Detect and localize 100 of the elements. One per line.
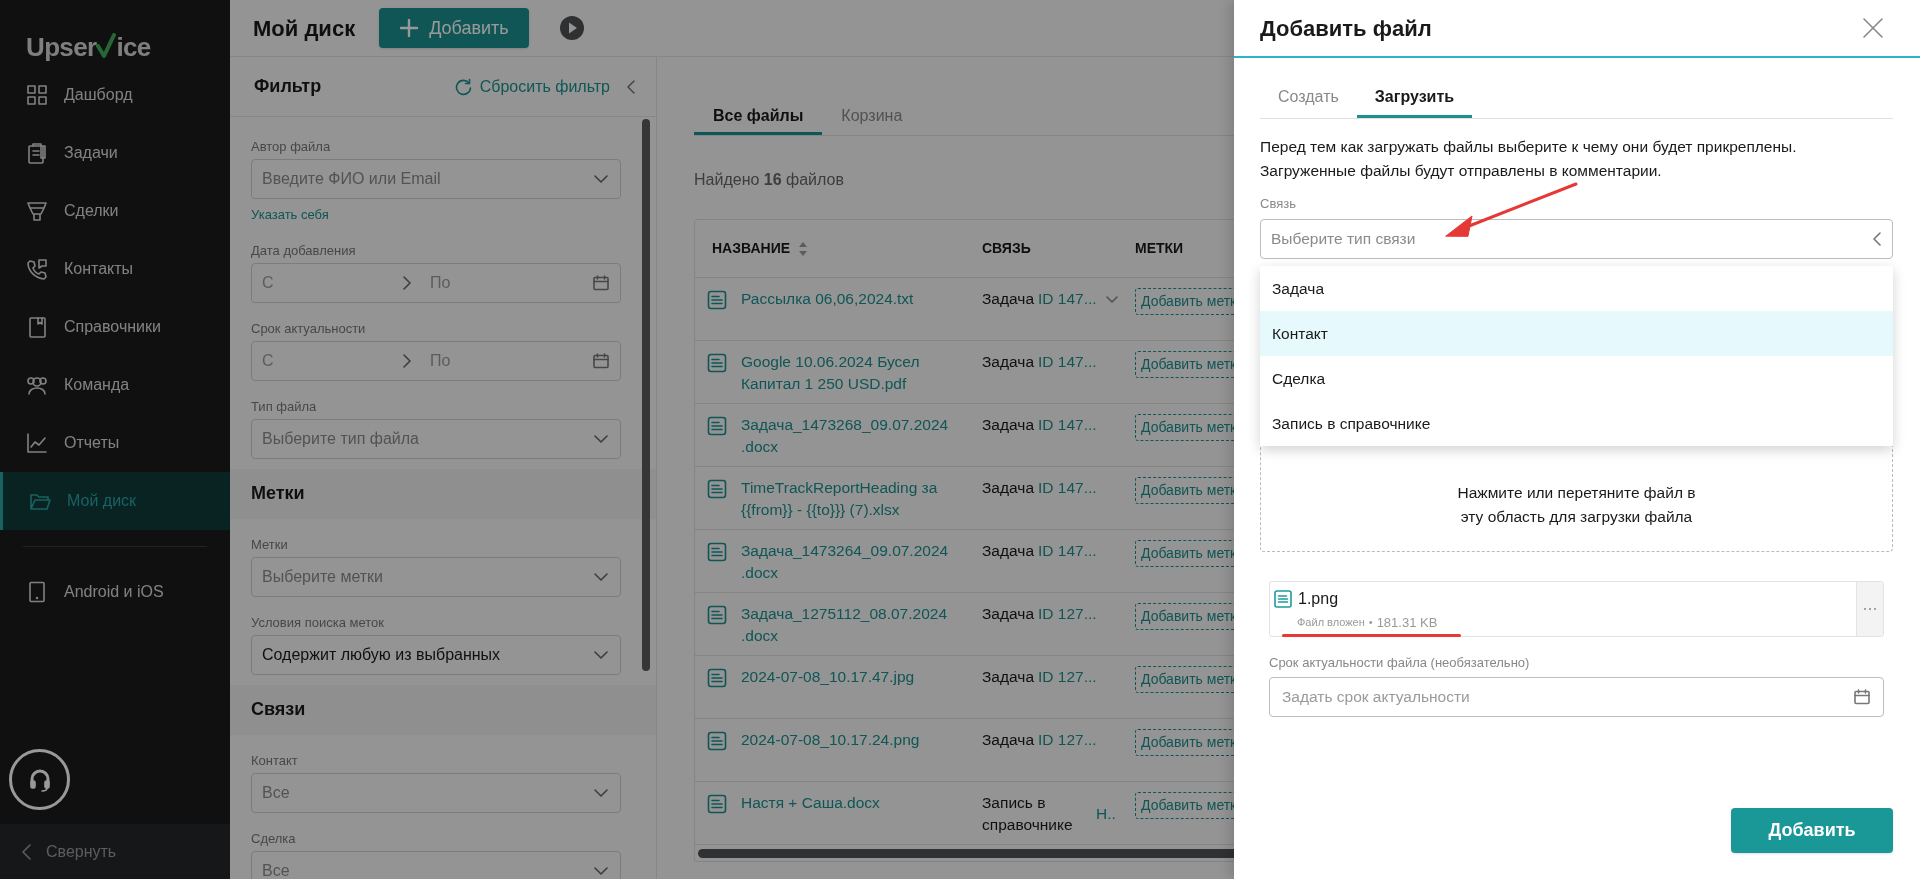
column-header[interactable]: НАЗВАНИЕ (712, 238, 791, 259)
field-label: Срок актуальности (251, 320, 367, 337)
close-icon[interactable] (1862, 17, 1884, 39)
reset-filter-link[interactable]: Сбросить фильтр (453, 74, 610, 99)
document-icon (707, 605, 727, 625)
calendar-icon (592, 273, 610, 292)
select-field[interactable]: Содержит любую из выбранных (251, 634, 621, 675)
refresh-icon (453, 77, 472, 96)
nav-item[interactable]: Android и iOS (0, 563, 230, 621)
nav-item[interactable]: Мой диск (0, 472, 230, 530)
document-icon (707, 353, 727, 373)
file-status: Файл вложен (1297, 615, 1365, 630)
link-id[interactable]: ID 127... (1038, 603, 1097, 625)
nav-item[interactable]: Справочники (0, 298, 230, 356)
file-name-link[interactable]: Настя + Саша.docx (741, 792, 880, 814)
link-type: Задача (982, 478, 1034, 498)
dropzone-text: эту область для загрузки файла (1460, 506, 1693, 527)
sort-icon[interactable] (798, 240, 809, 257)
nav-item[interactable]: Сделки (0, 182, 230, 240)
relation-select[interactable]: Выберите тип связи (1260, 218, 1893, 259)
grid-icon (26, 84, 48, 106)
dropdown-option[interactable]: Контакт (1260, 311, 1893, 356)
link-id[interactable]: ID 147... (1038, 477, 1097, 499)
submit-button[interactable]: Добавить (1731, 808, 1893, 853)
select-field[interactable]: Выберите метки (251, 556, 621, 597)
document-icon (707, 416, 727, 436)
add-button[interactable]: Добавить (379, 8, 529, 48)
dropdown-option[interactable]: Сделка (1260, 356, 1893, 401)
tab[interactable]: Создать (1260, 78, 1357, 118)
tab[interactable]: Корзина (822, 99, 922, 135)
date-range-field[interactable]: С По (251, 262, 621, 303)
select-field[interactable]: Выберите тип файла (251, 418, 621, 459)
nav-item[interactable]: Дашборд (0, 66, 230, 124)
tablet-icon (26, 581, 48, 603)
tab[interactable]: Все файлы (694, 99, 823, 135)
file-name-link[interactable]: 2024-07-08_10.17.24.png (741, 729, 920, 751)
scrollbar-thumb[interactable] (642, 119, 650, 671)
section-title: Связи (251, 698, 306, 721)
logo-text: Upser (26, 32, 97, 62)
plus-icon (399, 18, 420, 38)
document-icon (1274, 589, 1292, 608)
description-text: Загруженные файлы будут отправлены в комментарии. (1260, 161, 1663, 181)
nav-item[interactable]: Задачи (0, 124, 230, 182)
link-id[interactable]: Н.. (1096, 803, 1116, 825)
file-name-link[interactable]: Задача_1473268_09.07.2024 .docx (741, 414, 949, 458)
select-field[interactable]: Введите ФИО или Email (251, 159, 621, 199)
funnel-icon (26, 200, 48, 222)
link[interactable]: Указать себя (251, 205, 329, 225)
select-field[interactable]: Все (251, 772, 621, 813)
chevron-right-icon (402, 352, 412, 369)
file-name-link[interactable]: Задача_1473264_09.07.2024 .docx (741, 540, 949, 584)
file-size: 181.31 KB (1376, 613, 1438, 632)
document-icon (707, 731, 727, 751)
description-text: Перед тем как загружать файлы выберите к чему они будет прикреплены. (1260, 137, 1798, 157)
field-label: Связь (1260, 195, 1297, 213)
field-label: Дата добавления (251, 242, 357, 259)
link-type: Задача (982, 352, 1034, 372)
chevron-left-icon[interactable] (626, 78, 636, 95)
field-label: Контакт (251, 752, 299, 769)
file-name-link[interactable]: Задача_1275112_08.07.2024 .docx (741, 603, 947, 647)
link-id[interactable]: ID 127... (1038, 729, 1097, 751)
chevron-left-icon (1872, 230, 1882, 247)
link-id[interactable]: ID 147... (1038, 414, 1097, 436)
link-type: Задача (982, 289, 1034, 309)
date-field[interactable]: Задать срок актуальности (1269, 677, 1884, 717)
file-name-link[interactable]: Рассылка 06,06,2024.txt (741, 288, 914, 310)
document-icon (707, 794, 727, 814)
logo-text: ice (116, 32, 151, 62)
nav-item[interactable]: Команда (0, 356, 230, 414)
link-id[interactable]: ID 127... (1038, 666, 1097, 688)
link-id[interactable]: ID 147... (1038, 540, 1097, 562)
nav-item[interactable]: Контакты (0, 240, 230, 298)
column-header[interactable]: МЕТКИ (1135, 238, 1184, 259)
field-label: Автор файла (251, 139, 332, 155)
chevron-right-icon (402, 274, 412, 291)
file-name-link[interactable]: TimeTrackReportHeading за {{from}} - {{to}}} (7).xlsx (741, 477, 938, 521)
document-icon (707, 668, 727, 688)
check-icon (96, 33, 117, 59)
dropdown-option[interactable]: Задача (1260, 266, 1893, 311)
file-name-link[interactable]: Google 10.06.2024 Бусел Капитал 1 250 USD.pdf (741, 351, 920, 395)
page-title: Мой диск (253, 14, 356, 43)
field-label: Условия поиска меток (251, 614, 385, 631)
link-id[interactable]: ID 147... (1038, 351, 1097, 373)
phone-icon (26, 258, 48, 280)
tab[interactable]: Загрузить (1356, 78, 1473, 118)
column-header[interactable]: СВЯЗЬ (982, 238, 1031, 259)
link-id[interactable]: ID 147... (1038, 288, 1097, 310)
calendar-icon (592, 351, 610, 370)
date-range-field[interactable]: С По (251, 340, 621, 381)
link-type: Задача (982, 730, 1034, 750)
collapse-button[interactable]: Свернуть (0, 824, 230, 879)
field-label: Срок актуальности файла (необязательно) (1269, 653, 1531, 672)
field-label: Тип файла (251, 398, 318, 415)
file-name-link[interactable]: 2024-07-08_10.17.47.jpg (741, 666, 915, 688)
dropdown-option[interactable]: Запись в справочнике (1260, 401, 1893, 446)
select-field[interactable]: Все (251, 850, 621, 879)
play-icon[interactable] (558, 15, 585, 41)
document-icon (707, 542, 727, 562)
nav-item[interactable]: Отчеты (0, 414, 230, 472)
support-button[interactable] (9, 749, 70, 810)
